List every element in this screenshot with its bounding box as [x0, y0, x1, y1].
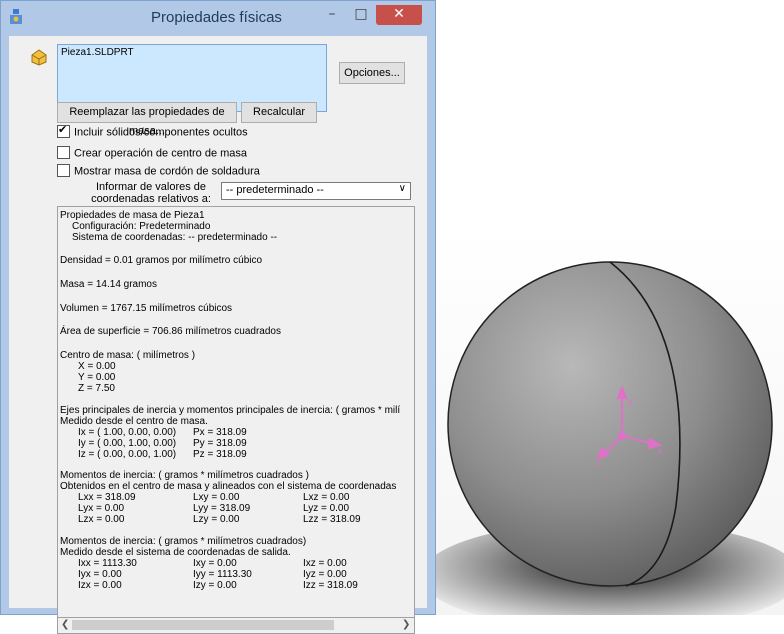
checkbox-include-hidden[interactable]: Incluir sólidos/componentes ocultos: [57, 123, 248, 142]
checkbox-include-hidden-box[interactable]: [57, 123, 70, 138]
results-com-x: X = 0.00: [78, 361, 116, 372]
results-lxx: Lxx = 318.09: [78, 492, 136, 503]
results-ix: Ix = ( 1.00, 0.00, 0.00): [78, 427, 177, 438]
coordinate-label-line1: Informar de valores de: [95, 181, 207, 193]
results-lyy: Lyy = 318.09: [193, 503, 251, 514]
results-ixx: Ixx = 1113.30: [78, 558, 137, 569]
checkbox-create-com[interactable]: Crear operación de centro de masa: [57, 146, 248, 163]
results-principal-sub: Medido desde el centro de masa.: [60, 416, 208, 427]
results-principal-title: Ejes principales de inercia y momentos p…: [60, 405, 401, 416]
results-moi2-sub: Medido desde el sistema de coordenadas d…: [60, 547, 291, 558]
results-ixy: Ixy = 0.00: [193, 558, 237, 569]
chevron-down-icon: ∨: [398, 183, 406, 194]
results-mass: Masa = 14.14 gramos: [60, 279, 157, 290]
results-horizontal-scrollbar[interactable]: ❮ ❯: [57, 618, 415, 634]
checkbox-weld-bead[interactable]: Mostrar masa de cordón de soldadura: [57, 164, 260, 181]
axis-label-z: z: [596, 458, 601, 468]
results-lzy: Lzy = 0.00: [193, 514, 240, 525]
results-com-z: Z = 7.50: [78, 383, 115, 394]
results-izz: Izz = 318.09: [303, 580, 358, 591]
window-title: Propiedades físicas: [151, 9, 282, 26]
coordinate-label-line2: coordenadas relativos a:: [91, 193, 211, 205]
checkbox-weld-bead-box[interactable]: [57, 164, 70, 177]
sphere-body: [447, 261, 773, 587]
scroll-left-icon[interactable]: ❮: [61, 619, 69, 630]
results-izx: Izx = 0.00: [78, 580, 122, 591]
checkbox-create-com-label: Crear operación de centro de masa: [74, 147, 248, 160]
results-py: Py = 318.09: [193, 438, 247, 449]
scroll-right-icon[interactable]: ❯: [402, 619, 410, 630]
results-lzx: Lzx = 0.00: [78, 514, 125, 525]
results-volume: Volumen = 1767.15 milímetros cúbicos: [60, 303, 233, 314]
axis-label-x: x: [658, 446, 663, 456]
results-iyz: Iyz = 0.00: [303, 569, 347, 580]
results-px: Px = 318.09: [193, 427, 247, 438]
results-iyx: Iyx = 0.00: [78, 569, 122, 580]
selected-item[interactable]: Pieza1.SLDPRT: [61, 47, 134, 58]
results-lxy: Lxy = 0.00: [193, 492, 240, 503]
override-mass-button[interactable]: Reemplazar las propiedades de masa...: [57, 102, 237, 137]
results-lzz: Lzz = 318.09: [303, 514, 361, 525]
close-button[interactable]: ✕: [376, 5, 422, 25]
minimize-button[interactable]: –: [319, 5, 345, 25]
results-moi2-title: Momentos de inercia: ( gramos * milímetr…: [60, 536, 307, 547]
options-button[interactable]: Opciones...: [339, 62, 405, 84]
results-lyz: Lyz = 0.00: [303, 503, 350, 514]
maximize-button[interactable]: □: [348, 5, 374, 25]
results-moi-title: Momentos de inercia: ( gramos * milímetr…: [60, 470, 309, 481]
axis-label-y: y: [628, 396, 633, 406]
results-density: Densidad = 0.01 gramos por milímetro cúb…: [60, 255, 263, 266]
results-iy: Iy = ( 0.00, 1.00, 0.00): [78, 438, 177, 449]
graphics-viewport[interactable]: y x z: [436, 226, 784, 615]
checkbox-include-hidden-label: Incluir sólidos/componentes ocultos: [74, 126, 248, 139]
results-iz: Iz = ( 0.00, 0.00, 1.00): [78, 449, 177, 460]
dialog-body: Pieza1.SLDPRT Opciones... Reemplazar las…: [9, 36, 427, 634]
results-ixz: Ixz = 0.00: [303, 558, 347, 569]
results-config: Configuración: Predeterminado: [72, 221, 211, 232]
mass-properties-results[interactable]: Propiedades de masa de Pieza1 Configurac…: [57, 206, 415, 618]
title-bar[interactable]: Propiedades físicas – □ ✕: [1, 1, 435, 36]
results-coord-system: Sistema de coordenadas: -- predeterminad…: [72, 232, 278, 243]
checkbox-weld-bead-label: Mostrar masa de cordón de soldadura: [74, 165, 260, 178]
results-com-title: Centro de masa: ( milímetros ): [60, 350, 196, 361]
checkbox-create-com-box[interactable]: [57, 146, 70, 159]
results-com-y: Y = 0.00: [78, 372, 116, 383]
mass-properties-icon: [10, 9, 22, 24]
coordinate-system-value: -- predeterminado --: [226, 184, 324, 196]
coordinate-system-select[interactable]: -- predeterminado -- ∨: [221, 182, 411, 200]
recalculate-button[interactable]: Recalcular: [241, 102, 317, 123]
scrollbar-thumb[interactable]: [72, 620, 334, 630]
results-iyy: Iyy = 1113.30: [193, 569, 252, 580]
coordinate-system-label: Informar de valores de coordenadas relat…: [89, 181, 213, 205]
part-icon: [31, 49, 47, 66]
results-lyx: Lyx = 0.00: [78, 503, 125, 514]
results-surface-area: Área de superficie = 706.86 milímetros c…: [60, 326, 281, 337]
results-header: Propiedades de masa de Pieza1: [60, 210, 205, 221]
results-izy: Izy = 0.00: [193, 580, 237, 591]
results-pz: Pz = 318.09: [193, 449, 247, 460]
results-lxz: Lxz = 0.00: [303, 492, 350, 503]
results-moi-sub: Obtenidos en el centro de masa y alinead…: [60, 481, 397, 492]
physical-properties-window: Propiedades físicas – □ ✕ Pieza1.SLDPRT …: [0, 0, 436, 634]
